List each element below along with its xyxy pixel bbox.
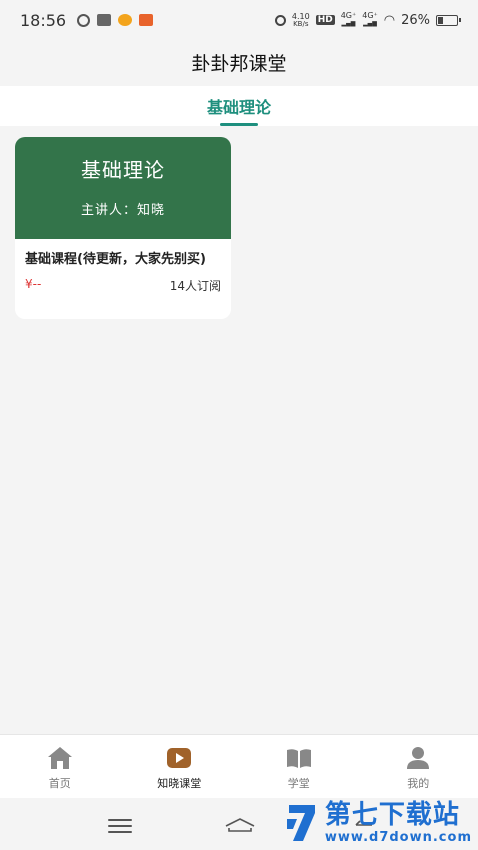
signal-icon: 4G⁺ ▂▄▆	[340, 11, 357, 28]
tab-basic-theory[interactable]: 基础理论	[207, 86, 271, 126]
book-icon	[286, 749, 311, 768]
nav-home[interactable]: 首页	[0, 735, 120, 798]
header: 卦卦邦课堂	[0, 40, 478, 84]
battery-icon	[436, 14, 461, 26]
gift-icon	[139, 14, 154, 26]
tab-label: 基础理论	[206, 98, 271, 117]
battery-percent: 26%	[401, 12, 430, 28]
status-time: 18:56	[20, 10, 67, 30]
watermark-url: www.d7down.com	[324, 830, 472, 845]
hd-badge: HD	[315, 15, 335, 25]
page-title: 卦卦邦课堂	[191, 52, 287, 75]
cloud-sync-icon	[77, 13, 91, 27]
nav-classroom[interactable]: 知晓课堂	[120, 735, 240, 798]
tab-indicator	[219, 123, 258, 126]
course-card[interactable]: 基础理论 主讲人：知晓 基础课程(待更新，大家先别买) ¥-- 14人订阅	[15, 137, 231, 319]
watermark-logo-icon	[286, 804, 315, 841]
nav-label: 我的	[407, 777, 430, 790]
watermark: 第七下载站 www.d7down.com	[285, 800, 472, 845]
user-icon	[407, 747, 430, 769]
subscriber-count: 14人订阅	[169, 279, 221, 293]
bottom-nav: 首页 知晓课堂 学堂 我的	[0, 734, 478, 798]
status-bar: 18:56 4.10 KB/s HD 4G⁺ ▂▄▆ 4G⁺ ▂▄▆ ◠ 26%	[0, 0, 478, 40]
nav-label: 首页	[48, 777, 71, 790]
weibo-icon	[118, 14, 133, 26]
home-button-icon[interactable]	[224, 816, 256, 834]
notification-app-icon	[97, 14, 112, 26]
home-icon	[47, 747, 72, 769]
net-speed: 4.10 KB/s	[291, 11, 310, 28]
wifi-icon: ◠	[383, 12, 396, 28]
cover-title: 基础理论	[81, 158, 165, 182]
signal-icon-2: 4G⁺ ▂▄▆	[362, 11, 378, 28]
nav-study[interactable]: 学堂	[239, 735, 359, 798]
course-name: 基础课程(待更新，大家先别买)	[25, 252, 206, 267]
nav-profile[interactable]: 我的	[359, 735, 478, 798]
nav-label: 知晓课堂	[157, 777, 202, 790]
alarm-icon	[274, 14, 286, 26]
course-price: ¥--	[25, 277, 42, 291]
nav-label: 学堂	[287, 777, 310, 790]
cover-lecturer: 主讲人：知晓	[80, 203, 165, 218]
play-icon	[167, 748, 192, 768]
course-cover: 基础理论 主讲人：知晓	[15, 137, 231, 239]
tab-strip: 基础理论	[0, 86, 478, 126]
menu-icon[interactable]	[108, 819, 132, 833]
watermark-title: 第七下载站	[324, 800, 460, 830]
